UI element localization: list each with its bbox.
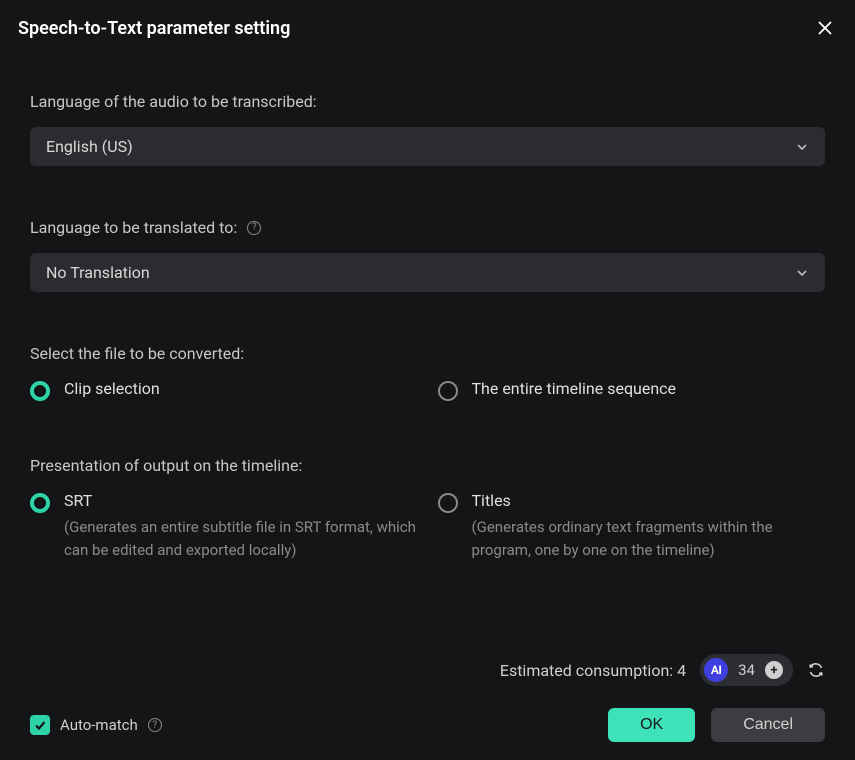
radio-label: The entire timeline sequence (472, 379, 826, 398)
checkmark-icon (33, 718, 47, 732)
cancel-button[interactable]: Cancel (711, 708, 825, 742)
translate-language-field: Language to be translated to: ? No Trans… (30, 218, 825, 292)
action-buttons: OK Cancel (608, 708, 825, 742)
file-select-field: Select the file to be converted: Clip se… (30, 344, 825, 404)
file-select-label: Select the file to be converted: (30, 344, 825, 363)
radio-desc: (Generates an entire subtitle file in SR… (64, 516, 418, 561)
radio-circle[interactable] (438, 381, 458, 401)
file-select-options: Clip selection The entire timeline seque… (30, 379, 825, 404)
ok-button[interactable]: OK (608, 708, 695, 742)
audio-language-label: Language of the audio to be transcribed: (30, 92, 825, 111)
translate-language-dropdown[interactable]: No Translation (30, 253, 825, 292)
radio-titles[interactable]: Titles (Generates ordinary text fragment… (438, 491, 826, 561)
consumption-value: 4 (677, 661, 686, 680)
audio-language-value: English (US) (46, 137, 133, 156)
ai-badge: AI (704, 658, 728, 682)
consumption-label: Estimated consumption: 4 (500, 661, 686, 680)
chevron-down-icon (795, 140, 809, 154)
chevron-down-icon (795, 266, 809, 280)
automatch-checkbox[interactable] (30, 715, 50, 735)
audio-language-field: Language of the audio to be transcribed:… (30, 92, 825, 166)
ai-credits-value: 34 (738, 661, 755, 679)
dialog-footer: Estimated consumption: 4 AI 34 + Auto-ma… (0, 640, 855, 760)
help-icon[interactable]: ? (247, 221, 261, 235)
radio-clip-selection[interactable]: Clip selection (30, 379, 418, 404)
consumption-label-text: Estimated consumption: (500, 661, 673, 680)
close-icon (816, 19, 834, 37)
translate-language-label-text: Language to be translated to: (30, 218, 237, 237)
translate-language-label: Language to be translated to: ? (30, 218, 825, 237)
dialog-header: Speech-to-Text parameter setting (0, 0, 855, 52)
add-credits-button[interactable]: + (765, 661, 783, 679)
presentation-options: SRT (Generates an entire subtitle file i… (30, 491, 825, 561)
radio-circle[interactable] (438, 493, 458, 513)
radio-circle[interactable] (30, 493, 50, 513)
ai-credits-group: AI 34 + (700, 654, 793, 686)
automatch-group: Auto-match ? (30, 715, 162, 735)
radio-entire-timeline[interactable]: The entire timeline sequence (438, 379, 826, 404)
presentation-field: Presentation of output on the timeline: … (30, 456, 825, 561)
close-button[interactable] (813, 16, 837, 40)
radio-circle[interactable] (30, 381, 50, 401)
audio-language-dropdown[interactable]: English (US) (30, 127, 825, 166)
radio-label: Clip selection (64, 379, 418, 398)
footer-action-row: Auto-match ? OK Cancel (30, 708, 825, 742)
refresh-icon[interactable] (807, 661, 825, 679)
automatch-label: Auto-match (60, 716, 138, 734)
dialog-title: Speech-to-Text parameter setting (18, 18, 290, 39)
presentation-label: Presentation of output on the timeline: (30, 456, 825, 475)
footer-info-row: Estimated consumption: 4 AI 34 + (30, 654, 825, 686)
radio-desc: (Generates ordinary text fragments withi… (472, 516, 826, 561)
radio-label: SRT (64, 491, 418, 510)
help-icon[interactable]: ? (148, 718, 162, 732)
dialog-content: Language of the audio to be transcribed:… (0, 52, 855, 613)
radio-srt[interactable]: SRT (Generates an entire subtitle file i… (30, 491, 418, 561)
radio-label: Titles (472, 491, 826, 510)
translate-language-value: No Translation (46, 263, 150, 282)
